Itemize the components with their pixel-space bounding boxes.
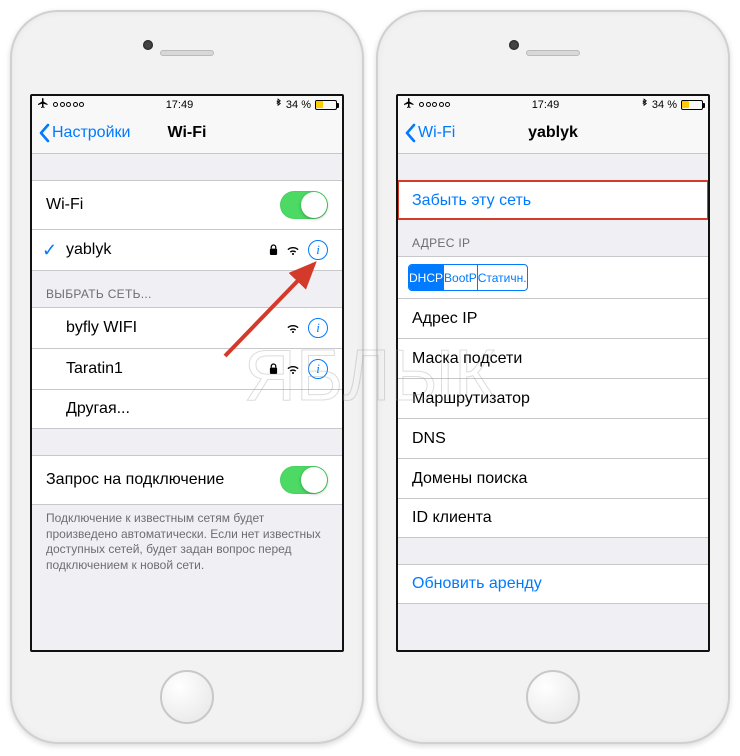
navigation-bar: Настройки Wi-Fi (32, 113, 342, 154)
phone-top-bezel (378, 12, 728, 94)
bluetooth-icon (641, 98, 648, 112)
wifi-toggle[interactable] (280, 191, 328, 219)
home-button[interactable] (160, 670, 214, 724)
segment-static[interactable]: Статичн. (477, 265, 527, 290)
checkmark-icon: ✓ (42, 240, 57, 261)
wifi-toggle-row[interactable]: Wi-Fi (32, 180, 342, 229)
bluetooth-icon (275, 98, 282, 112)
screen-right: 17:49 34 % Wi-Fi yablyk Забыть эту сеть (396, 94, 710, 652)
ip-field-label: Маска подсети (412, 350, 522, 368)
forget-network-label: Забыть эту сеть (412, 192, 531, 210)
network-name: byfly WIFI (66, 319, 137, 337)
info-icon[interactable]: i (308, 240, 328, 260)
wifi-signal-icon (286, 245, 300, 256)
ask-join-label: Запрос на подключение (46, 471, 224, 489)
renew-lease-row[interactable]: Обновить аренду (398, 564, 708, 604)
battery-icon (681, 100, 703, 110)
status-time: 17:49 (166, 99, 194, 111)
wifi-toggle-group: Wi-Fi ✓ yablyk i (32, 180, 342, 271)
status-bar: 17:49 34 % (398, 96, 708, 113)
airplane-mode-icon (37, 97, 49, 112)
ask-join-footer: Подключение к известным сетям будет прои… (32, 505, 342, 589)
ip-field-row[interactable]: Маршрутизатор (398, 378, 708, 418)
forget-group: Забыть эту сеть (398, 180, 708, 220)
airplane-mode-icon (403, 97, 415, 112)
home-button[interactable] (526, 670, 580, 724)
ip-field-label: Домены поиска (412, 470, 527, 488)
ip-field-label: ID клиента (412, 509, 492, 527)
front-camera (143, 40, 153, 50)
content-scroll[interactable]: Забыть эту сеть АДРЕС IP DHCP BootP Стат… (398, 154, 708, 650)
battery-percent: 34 % (652, 99, 677, 111)
earpiece-speaker (526, 50, 580, 56)
renew-lease-label: Обновить аренду (412, 575, 542, 593)
networks-group: byfly WIFI i Taratin1 i Другая... (32, 307, 342, 429)
connected-network-row[interactable]: ✓ yablyk i (32, 229, 342, 271)
ip-address-header: АДРЕС IP (398, 220, 708, 256)
front-camera (509, 40, 519, 50)
earpiece-speaker (160, 50, 214, 56)
back-label: Wi-Fi (418, 124, 455, 142)
navigation-bar: Wi-Fi yablyk (398, 113, 708, 154)
network-row[interactable]: byfly WIFI i (32, 307, 342, 348)
ip-field-label: Маршрутизатор (412, 390, 530, 408)
battery-icon (315, 100, 337, 110)
battery-percent: 34 % (286, 99, 311, 111)
back-button[interactable]: Wi-Fi (404, 123, 528, 143)
ip-field-row[interactable]: Маска подсети (398, 338, 708, 378)
segment-dhcp[interactable]: DHCP (409, 265, 443, 290)
segment-bootp[interactable]: BootP (443, 265, 477, 290)
forget-network-row[interactable]: Забыть эту сеть (398, 180, 708, 220)
wifi-toggle-label: Wi-Fi (46, 196, 83, 214)
lock-icon (269, 363, 278, 375)
ip-field-row[interactable]: ID клиента (398, 498, 708, 538)
choose-network-header: ВЫБРАТЬ СЕТЬ... (32, 271, 342, 307)
signal-dots-icon (419, 102, 450, 107)
ask-join-row[interactable]: Запрос на подключение (32, 455, 342, 505)
page-title: Wi-Fi (168, 124, 207, 142)
ip-field-row[interactable]: Домены поиска (398, 458, 708, 498)
info-icon[interactable]: i (308, 318, 328, 338)
ip-mode-segmented: DHCP BootP Статичн. (398, 256, 708, 298)
back-button[interactable]: Настройки (38, 123, 168, 143)
lock-icon (269, 244, 278, 256)
ip-field-row[interactable]: Адрес IP (398, 298, 708, 338)
ip-group: DHCP BootP Статичн. Адрес IP Маска подсе… (398, 256, 708, 538)
signal-dots-icon (53, 102, 84, 107)
renew-group: Обновить аренду (398, 564, 708, 604)
network-row[interactable]: Taratin1 i (32, 348, 342, 389)
ask-join-toggle[interactable] (280, 466, 328, 494)
network-name: Taratin1 (66, 360, 123, 378)
phone-frame-left: 17:49 34 % Настройки Wi-Fi Wi-Fi (10, 10, 364, 744)
screen-left: 17:49 34 % Настройки Wi-Fi Wi-Fi (30, 94, 344, 652)
connected-network-name: yablyk (66, 241, 111, 259)
wifi-signal-icon (286, 364, 300, 375)
phone-top-bezel (12, 12, 362, 94)
status-bar: 17:49 34 % (32, 96, 342, 113)
ip-field-label: Адрес IP (412, 310, 477, 328)
back-label: Настройки (52, 124, 130, 142)
wifi-signal-icon (286, 323, 300, 334)
info-icon[interactable]: i (308, 359, 328, 379)
page-title: yablyk (528, 124, 578, 142)
ip-field-row[interactable]: DNS (398, 418, 708, 458)
status-time: 17:49 (532, 99, 560, 111)
other-network-row[interactable]: Другая... (32, 389, 342, 429)
other-network-label: Другая... (66, 400, 130, 418)
ip-field-label: DNS (412, 430, 446, 448)
phone-frame-right: 17:49 34 % Wi-Fi yablyk Забыть эту сеть (376, 10, 730, 744)
ask-join-group: Запрос на подключение (32, 455, 342, 505)
content-scroll[interactable]: Wi-Fi ✓ yablyk i ВЫБРАТЬ СЕТЬ... byfly W… (32, 154, 342, 650)
